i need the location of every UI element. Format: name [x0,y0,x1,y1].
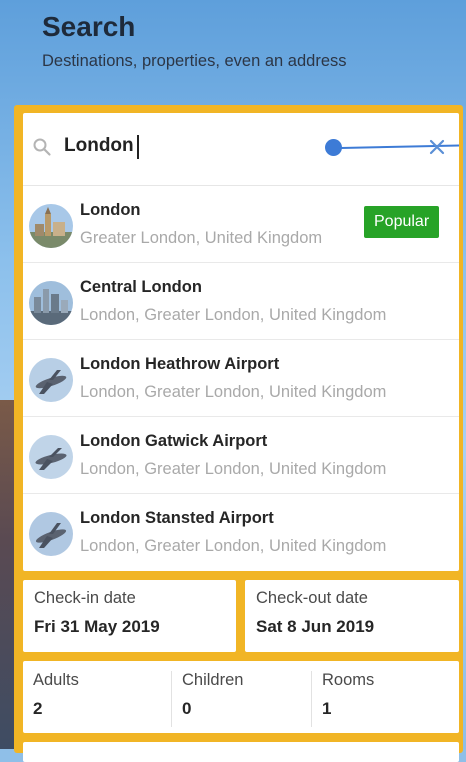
rooms-selector[interactable]: Rooms 1 [312,661,459,733]
rooms-label: Rooms [322,671,375,689]
adults-label: Adults [33,671,79,689]
airplane-thumbnail [29,358,73,402]
result-item[interactable]: London Heathrow Airport London, Greater … [23,340,459,417]
result-title: London Gatwick Airport [80,432,268,450]
checkin-date-field[interactable]: Check-in date Fri 31 May 2019 [23,580,236,652]
result-item[interactable]: London Gatwick Airport London, Greater L… [23,417,459,494]
search-input[interactable] [64,135,244,157]
result-title: Central London [80,278,202,296]
city-thumbnail [29,204,73,248]
checkout-date-field[interactable]: Check-out date Sat 8 Jun 2019 [245,580,459,652]
search-button[interactable] [23,742,459,762]
checkin-value: Fri 31 May 2019 [34,617,160,636]
result-title: London Stansted Airport [80,509,274,527]
result-title: London [80,201,141,219]
result-title: London Heathrow Airport [80,355,280,373]
result-item[interactable]: London Stansted Airport London, Greater … [23,494,459,570]
children-value: 0 [182,699,192,718]
result-subtitle: Greater London, United Kingdom [80,229,323,247]
checkout-label: Check-out date [256,589,368,607]
popular-badge: Popular [364,206,440,238]
adults-selector[interactable]: Adults 2 [23,661,171,733]
page-subtitle: Destinations, properties, even an addres… [42,52,347,70]
occupancy-field[interactable]: Adults 2 Children 0 Rooms 1 [23,661,459,733]
search-header: Search Destinations, properties, even an… [42,10,347,71]
city-thumbnail [29,281,73,325]
checkout-value: Sat 8 Jun 2019 [256,617,375,636]
page-title: Search [42,11,136,42]
adults-value: 2 [33,699,43,718]
airplane-thumbnail [29,512,73,556]
result-item[interactable]: London Greater London, United Kingdom Po… [23,186,459,263]
rooms-value: 1 [322,699,332,718]
clear-icon[interactable] [428,138,446,156]
result-subtitle: London, Greater London, United Kingdom [80,460,387,478]
result-subtitle: London, Greater London, United Kingdom [80,537,387,555]
checkin-label: Check-in date [34,589,136,607]
children-label: Children [182,671,244,689]
airplane-thumbnail [29,435,73,479]
search-icon [33,138,51,156]
result-subtitle: London, Greater London, United Kingdom [80,306,387,324]
search-field[interactable] [23,113,459,186]
search-card: London Greater London, United Kingdom Po… [23,113,459,571]
result-item[interactable]: Central London London, Greater London, U… [23,263,459,340]
children-selector[interactable]: Children 0 [172,661,311,733]
text-caret [137,135,139,159]
result-subtitle: London, Greater London, United Kingdom [80,383,387,401]
pointer-dot [325,139,342,156]
